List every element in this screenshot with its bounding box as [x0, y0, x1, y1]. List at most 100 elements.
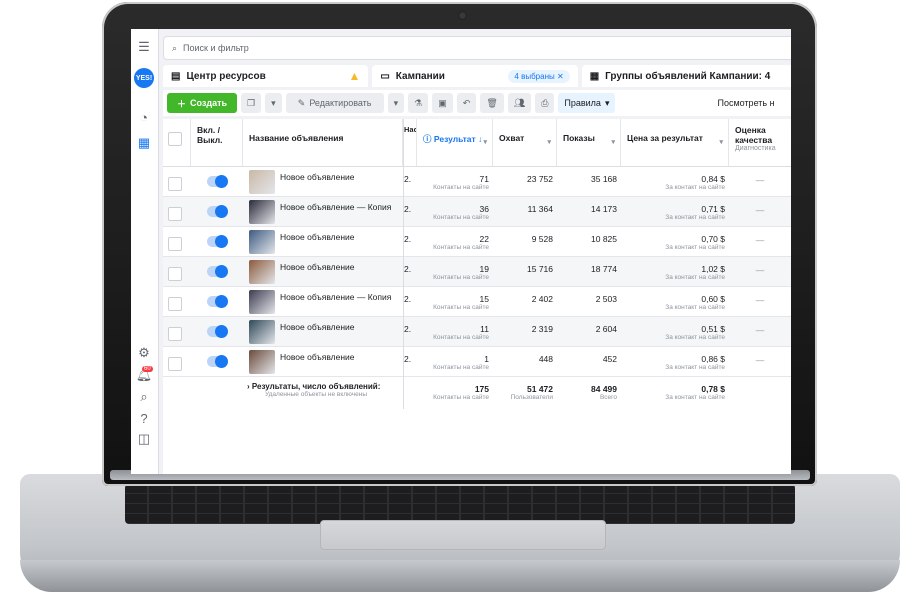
row-checkbox[interactable]: [168, 357, 182, 371]
ad-name[interactable]: Новое объявление: [280, 232, 355, 242]
laptop-mockup: ☰ YES! ◔ ▦ ⚙ 🔔︎ 60 ⌕ ? ◫ ⌕ Поиск и фильт…: [0, 0, 920, 599]
table-row[interactable]: Новое объявление 2. 19 Контакты на сайте…: [163, 257, 791, 287]
ad-toggle[interactable]: [207, 265, 228, 278]
ad-thumbnail: [249, 290, 275, 314]
table-row[interactable]: Новое объявление — Копия 2. 15 Контакты …: [163, 287, 791, 317]
cost-value: 0,86 $: [701, 354, 725, 364]
result-value: 22: [479, 234, 489, 244]
undo-button[interactable]: ↶: [456, 93, 477, 113]
clipboard-button[interactable]: ▣: [432, 93, 453, 113]
header-impressions[interactable]: Показы ▾: [557, 119, 621, 167]
table-icon[interactable]: ▦: [136, 135, 152, 151]
ad-toggle[interactable]: [207, 295, 228, 308]
ads-table: Вкл. / Выкл. Название объявления Нас...а…: [163, 119, 791, 439]
ad-name[interactable]: Новое объявление: [280, 262, 355, 272]
ad-thumbnail: [249, 350, 275, 374]
header-reach[interactable]: Охват ▾: [493, 119, 557, 167]
create-button[interactable]: ＋ Создать: [167, 93, 238, 113]
tab-campaigns[interactable]: ▭ Кампании 4 выбраны ✕: [372, 65, 578, 87]
menu-icon[interactable]: ☰: [136, 39, 152, 55]
totals-cost: 0,78 $ За контакт на сайте: [621, 377, 725, 407]
reach-cell: 23 752: [527, 174, 553, 184]
ad-toggle[interactable]: [207, 175, 228, 188]
cost-cell: 0,51 $ За контакт на сайте: [621, 317, 725, 347]
ad-toggle[interactable]: [207, 205, 228, 218]
totals-impressions-value: 84 499: [591, 384, 617, 394]
selection-pill[interactable]: 4 выбраны ✕: [508, 69, 570, 83]
totals-impressions: 84 499 Всего: [557, 377, 617, 407]
search-icon[interactable]: ⌕: [136, 389, 152, 405]
ad-name[interactable]: Новое объявление — Копия: [280, 292, 391, 302]
delete-button[interactable]: 🗑︎: [480, 93, 504, 113]
header-cost-per-result[interactable]: Цена за результат ▾: [621, 119, 729, 167]
edit-dropdown[interactable]: ▾: [387, 93, 405, 113]
header-quality-label: Оценка качества: [735, 125, 773, 145]
help-icon[interactable]: ?: [136, 410, 152, 426]
caret-down-icon: ▾: [483, 139, 487, 146]
account-logo[interactable]: YES!: [134, 68, 154, 88]
table-footer-space: [163, 439, 791, 474]
ad-name[interactable]: Новое объявление: [280, 322, 355, 332]
preview-button[interactable]: ⎙: [535, 93, 555, 113]
tab-ad-groups[interactable]: ▦ Группы объявлений Кампании: 4: [581, 65, 791, 87]
view-setup-link[interactable]: Посмотреть н: [717, 98, 774, 108]
rules-dropdown[interactable]: Правила ▾: [558, 93, 616, 113]
search-input[interactable]: ⌕ Поиск и фильтр: [163, 36, 791, 60]
panel-icon[interactable]: ◫: [136, 431, 152, 447]
impressions-cell: 14 173: [591, 204, 617, 214]
ad-name[interactable]: Новое объявлениe: [280, 352, 355, 362]
undo-icon: ↶: [462, 97, 471, 108]
row-checkbox[interactable]: [168, 177, 182, 191]
result-cell: 15 Контакты на сайте: [417, 287, 489, 317]
truncated-cell: 2.: [404, 264, 412, 274]
row-checkbox[interactable]: [168, 297, 182, 311]
ab-test-button[interactable]: ⚗: [408, 93, 429, 113]
ad-name[interactable]: Новое объявлениe: [280, 172, 355, 182]
header-ad-name[interactable]: Название объявления: [243, 119, 403, 167]
header-result-label: Результат: [433, 134, 476, 144]
edit-button[interactable]: ✎ Редактировать: [285, 93, 384, 113]
select-all-checkbox[interactable]: [168, 132, 182, 146]
table-row[interactable]: Новое объявление 2. 22 Контакты на сайте…: [163, 227, 791, 257]
selection-count: 4 выбраны: [514, 71, 555, 81]
header-quality-sub: Диагностика: [735, 145, 776, 152]
ad-name[interactable]: Новое объявление — Копия: [280, 202, 391, 212]
dashboard-icon[interactable]: ◔: [136, 109, 152, 125]
table-row[interactable]: Новое объявление 2. 11 Контакты на сайте…: [163, 317, 791, 347]
table-row[interactable]: Новое объявление — Копия 2. 36 Контакты …: [163, 197, 791, 227]
reach-cell: 9 528: [531, 234, 553, 244]
result-sub: Контакты на сайте: [433, 274, 489, 281]
result-cell: 36 Контакты на сайте: [417, 197, 489, 227]
totals-result-value: 175: [474, 384, 489, 394]
cost-sub: За контакт на сайте: [665, 334, 725, 341]
cost-value: 0,60 $: [701, 294, 725, 304]
caret-down-icon: ▾: [611, 139, 615, 146]
result-cell: 1 Контакты на сайте: [417, 347, 489, 377]
row-checkbox[interactable]: [168, 327, 182, 341]
row-checkbox[interactable]: [168, 267, 182, 281]
result-cell: 71 Контакты на сайте: [417, 167, 489, 197]
table-row[interactable]: Новое объявлениe 2. 71 Контакты на сайте…: [163, 167, 791, 197]
row-checkbox[interactable]: [168, 207, 182, 221]
header-result[interactable]: ⓘ Результат ↓ ▾: [417, 119, 493, 167]
truncated-cell: 2.: [404, 234, 412, 244]
header-select-all[interactable]: [163, 119, 191, 167]
tab-resource-center[interactable]: ▤ Центр ресурсов ▲: [163, 65, 369, 87]
search-placeholder: Поиск и фильтр: [183, 43, 249, 53]
ad-toggle[interactable]: [207, 355, 228, 368]
table-row[interactable]: Новое объявлениe 2. 1 Контакты на сайте …: [163, 347, 791, 377]
header-truncated[interactable]: Нас...атр: [403, 119, 417, 167]
header-quality[interactable]: Оценка качества Диагностика: [729, 119, 791, 167]
duplicate-button[interactable]: ❐: [241, 93, 262, 113]
ad-toggle[interactable]: [207, 325, 228, 338]
row-checkbox[interactable]: [168, 237, 182, 251]
ad-toggle[interactable]: [207, 235, 228, 248]
ads-manager-screen: ☰ YES! ◔ ▦ ⚙ 🔔︎ 60 ⌕ ? ◫ ⌕ Поиск и фильт…: [131, 29, 791, 474]
gear-icon[interactable]: ⚙: [136, 345, 152, 361]
sort-desc-icon: ↓: [478, 134, 483, 144]
chevron-right-icon[interactable]: ›: [247, 382, 250, 391]
keyboard: [125, 484, 795, 524]
reach-cell: 2 402: [531, 294, 553, 304]
duplicate-dropdown[interactable]: ▾: [265, 93, 282, 113]
audience-button[interactable]: 👥︎: [507, 93, 532, 113]
